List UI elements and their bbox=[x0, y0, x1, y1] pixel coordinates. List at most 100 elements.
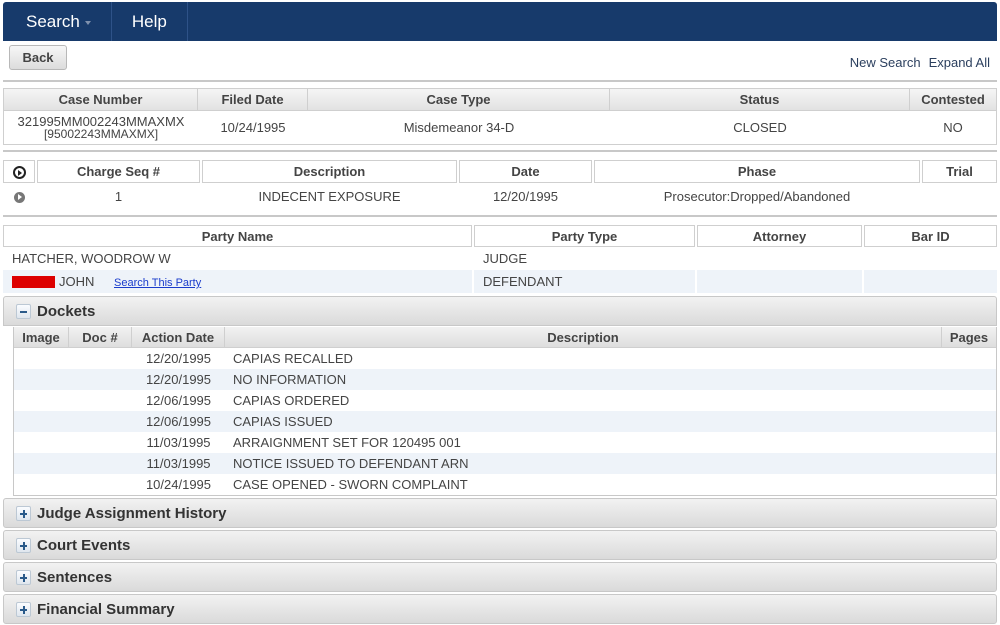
docket-description: CAPIAS ISSUED bbox=[225, 411, 942, 432]
docket-pages bbox=[942, 411, 996, 432]
case-status: CLOSED bbox=[733, 120, 787, 135]
docket-image bbox=[14, 411, 69, 432]
docket-date: 11/03/1995 bbox=[146, 435, 211, 450]
docket-date: 12/06/1995 bbox=[145, 393, 212, 408]
col-pages: Pages bbox=[942, 327, 996, 348]
docket-image bbox=[14, 390, 69, 411]
nav-search-label: Search bbox=[26, 11, 80, 31]
charge-description: INDECENT EXPOSURE bbox=[258, 188, 401, 204]
case-number-cell: 321995MM002243MMAXMX [95002243MMAXMX] bbox=[4, 111, 198, 144]
expand-plus-icon bbox=[16, 505, 31, 521]
dockets-section-header[interactable]: Dockets bbox=[3, 296, 997, 326]
docket-row: 12/20/1995 CAPIAS RECALLED bbox=[14, 348, 996, 369]
divider bbox=[3, 150, 997, 152]
col-docket-description: Description bbox=[225, 327, 942, 348]
party-name-cell: JOHN Search This Party bbox=[3, 270, 472, 293]
expand-all-link[interactable]: Expand All bbox=[929, 55, 990, 70]
expand-all-charges-button[interactable] bbox=[3, 160, 35, 183]
sentences-section-header[interactable]: Sentences bbox=[3, 562, 997, 592]
col-attorney: Attorney bbox=[697, 225, 862, 247]
dockets-title: Dockets bbox=[37, 302, 96, 320]
col-status: Status bbox=[610, 89, 910, 111]
docket-image bbox=[14, 453, 69, 474]
case-row: 321995MM002243MMAXMX [95002243MMAXMX] 10… bbox=[4, 111, 996, 144]
docket-description: CASE OPENED - SWORN COMPLAINT bbox=[233, 477, 468, 492]
redaction-block bbox=[12, 275, 55, 288]
col-filed-date: Filed Date bbox=[198, 89, 308, 111]
dockets-panel: Image Doc # Action Date Description Page… bbox=[13, 327, 997, 496]
col-party-type: Party Type bbox=[474, 225, 695, 247]
docket-date: 12/20/1995 bbox=[132, 369, 225, 390]
docket-row: 11/03/1995 NOTICE ISSUED TO DEFENDANT AR… bbox=[14, 453, 996, 474]
docket-date: 10/24/1995 bbox=[145, 477, 212, 492]
party-row: JOHN Search This Party DEFENDANT bbox=[3, 270, 997, 293]
docket-pages bbox=[942, 348, 996, 369]
docket-image bbox=[14, 432, 69, 453]
docket-doc-num bbox=[69, 474, 132, 495]
docket-image bbox=[14, 348, 69, 369]
charge-row: 1 INDECENT EXPOSURE 12/20/1995 Prosecuto… bbox=[3, 183, 997, 209]
col-contested: Contested bbox=[910, 89, 996, 111]
court-events-section-header[interactable]: Court Events bbox=[3, 530, 997, 560]
judge-assignment-history-section-header[interactable]: Judge Assignment History bbox=[3, 498, 997, 528]
party-bar-id bbox=[864, 247, 997, 270]
col-case-number: Case Number bbox=[4, 89, 198, 111]
collapse-minus-icon bbox=[16, 303, 31, 319]
charge-phase: Prosecutor:Dropped/Abandoned bbox=[663, 188, 851, 204]
party-row: HATCHER, WOODROW W JUDGE bbox=[3, 247, 997, 270]
expand-plus-icon bbox=[16, 537, 31, 553]
play-circle-icon bbox=[12, 166, 26, 180]
parties-table: Party Name Party Type Attorney Bar ID HA… bbox=[3, 225, 997, 293]
party-name: JOHN bbox=[59, 274, 95, 289]
section-title: Financial Summary bbox=[37, 600, 175, 618]
new-search-link[interactable]: New Search bbox=[850, 55, 921, 70]
docket-row: 12/06/1995 CAPIAS ORDERED bbox=[14, 390, 996, 411]
docket-pages bbox=[942, 432, 996, 453]
case-summary-table: Case Number Filed Date Case Type Status … bbox=[3, 88, 997, 145]
back-button[interactable]: Back bbox=[9, 45, 67, 70]
docket-doc-num bbox=[69, 390, 132, 411]
nav-search-menu[interactable]: Search bbox=[3, 2, 112, 41]
docket-image bbox=[14, 474, 69, 495]
play-circle-icon bbox=[13, 191, 25, 203]
case-type: Misdemeanor 34-D bbox=[403, 120, 515, 135]
docket-description: CAPIAS ORDERED bbox=[233, 393, 350, 408]
docket-pages bbox=[942, 369, 996, 390]
party-bar-id bbox=[864, 270, 997, 293]
party-attorney bbox=[697, 270, 862, 293]
col-charge-seq: Charge Seq # bbox=[37, 160, 200, 183]
docket-doc-num bbox=[69, 411, 132, 432]
docket-description: NO INFORMATION bbox=[225, 369, 942, 390]
top-links: New Search Expand All bbox=[850, 55, 990, 70]
dockets-table: Image Doc # Action Date Description Page… bbox=[14, 327, 996, 495]
docket-image bbox=[14, 369, 69, 390]
section-title: Judge Assignment History bbox=[37, 504, 227, 522]
case-number: 321995MM002243MMAXMX bbox=[17, 113, 185, 129]
docket-doc-num bbox=[69, 432, 132, 453]
financial-summary-section-header[interactable]: Financial Summary bbox=[3, 594, 997, 624]
case-number-alt: [95002243MMAXMX] bbox=[43, 126, 159, 141]
section-title: Court Events bbox=[37, 536, 131, 554]
expand-plus-icon bbox=[16, 569, 31, 585]
docket-row: 11/03/1995 ARRAIGNMENT SET FOR 120495 00… bbox=[14, 432, 996, 453]
divider bbox=[3, 215, 997, 217]
section-title: Sentences bbox=[37, 568, 113, 586]
filed-date: 10/24/1995 bbox=[220, 120, 286, 135]
nav-help-menu[interactable]: Help bbox=[112, 2, 188, 41]
charge-trial bbox=[922, 183, 997, 209]
col-charge-trial: Trial bbox=[922, 160, 997, 183]
charge-seq: 1 bbox=[114, 188, 123, 204]
caret-down-icon bbox=[84, 20, 91, 25]
col-image: Image bbox=[14, 327, 69, 348]
docket-doc-num bbox=[69, 453, 132, 474]
expand-charge-button[interactable] bbox=[3, 183, 35, 209]
docket-row: 12/06/1995 CAPIAS ISSUED bbox=[14, 411, 996, 432]
case-contested: NO bbox=[943, 120, 963, 135]
docket-description: NOTICE ISSUED TO DEFENDANT ARN bbox=[225, 453, 942, 474]
party-type: JUDGE bbox=[483, 251, 528, 266]
docket-row: 10/24/1995 CASE OPENED - SWORN COMPLAINT bbox=[14, 474, 996, 495]
docket-date: 12/06/1995 bbox=[132, 411, 225, 432]
expand-plus-icon bbox=[16, 601, 31, 617]
col-charge-description: Description bbox=[202, 160, 457, 183]
search-this-party-link[interactable]: Search This Party bbox=[114, 277, 201, 289]
